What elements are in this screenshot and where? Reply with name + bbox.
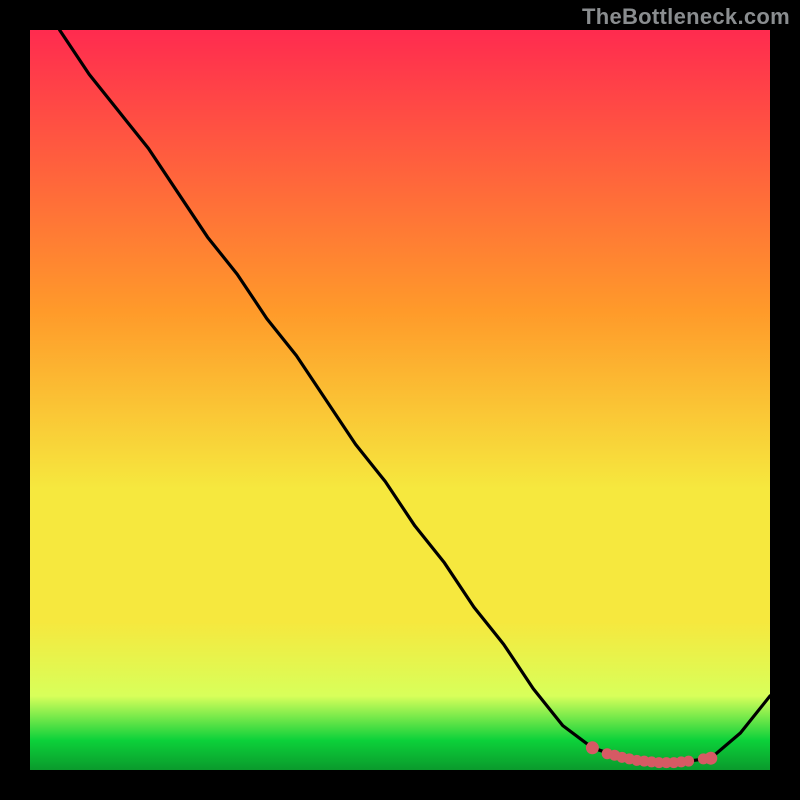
highlight-dot	[586, 741, 599, 754]
chart-container: TheBottleneck.com	[0, 0, 800, 800]
chart-svg	[0, 0, 800, 800]
highlight-dot	[683, 756, 694, 767]
highlight-dot	[704, 752, 717, 765]
